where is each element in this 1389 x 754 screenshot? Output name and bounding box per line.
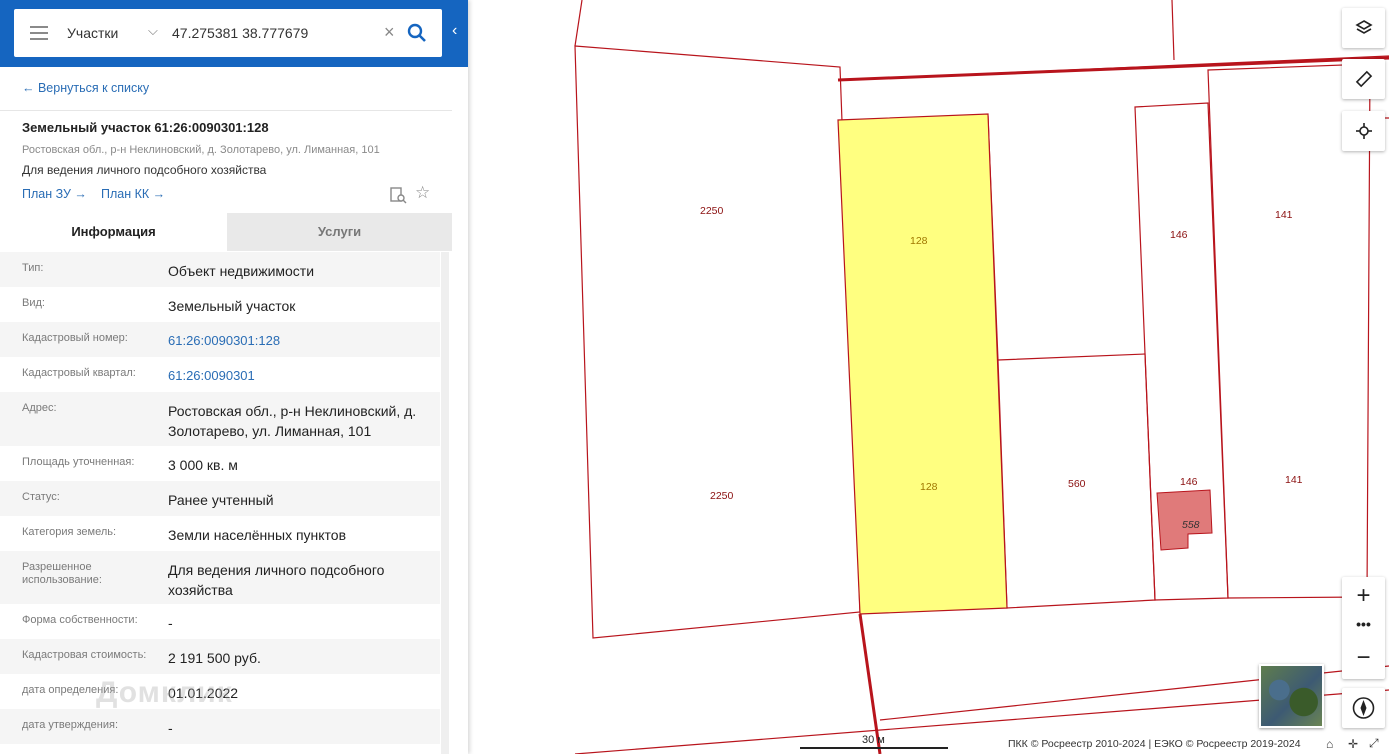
layers-icon xyxy=(1354,20,1373,34)
plan-zu-link[interactable]: План ЗУ → xyxy=(22,187,87,201)
info-value: Земли населённых пунктов xyxy=(168,527,347,543)
info-label: Площадь уточненная: xyxy=(22,456,135,468)
info-value: Для ведения личного подсобного хозяйства xyxy=(168,562,385,598)
document-search-icon[interactable] xyxy=(389,186,407,204)
compass-icon xyxy=(1352,697,1375,719)
info-row: Площадь уточненная: 3 000 кв. м xyxy=(0,446,440,481)
info-row: Статус: Ранее учтенный xyxy=(0,481,440,516)
app-root: 2250 128 146 141 2250 128 560 146 141 55… xyxy=(0,0,1389,754)
info-row: Разрешенное использование: Для ведения л… xyxy=(0,551,440,604)
back-to-list-link[interactable]: ← Вернуться к списку xyxy=(22,81,149,95)
info-label: дата утверждения: xyxy=(22,719,119,731)
info-value: - xyxy=(168,615,173,631)
info-value: Ранее учтенный xyxy=(168,492,274,508)
info-row: Адрес: Ростовская обл., р-н Неклиновский… xyxy=(0,392,440,446)
info-row: Тип: Объект недвижимости xyxy=(0,252,440,287)
info-row: Кадастровый квартал: 61:26:0090301 xyxy=(0,357,440,392)
basemap-switcher[interactable] xyxy=(1259,664,1324,728)
parcel-label: 146 xyxy=(1180,476,1198,488)
parcel-title: Земельный участок 61:26:0090301:128 xyxy=(22,120,269,135)
parcel-label: 128 xyxy=(910,235,928,247)
cadastral-number-link[interactable]: 61:26:0090301:128 xyxy=(168,331,433,351)
search-input[interactable]: 47.275381 38.777679 xyxy=(172,25,308,41)
tab-information[interactable]: Информация xyxy=(0,213,227,251)
parcel-use: Для ведения личного подсобного хозяйства xyxy=(22,163,267,177)
info-label: Статус: xyxy=(22,491,60,503)
info-value: 3 000 кв. м xyxy=(168,457,238,473)
zoom-controls: + ••• − xyxy=(1342,577,1385,679)
info-label: Вид: xyxy=(22,297,45,309)
compass-button[interactable] xyxy=(1342,688,1385,728)
search-category-select[interactable]: Участки xyxy=(67,25,118,41)
info-row: Форма собственности: - xyxy=(0,604,440,639)
side-panel: Участки ⌵ 47.275381 38.777679 × ‹ ← Верн… xyxy=(0,0,468,754)
tabs: Информация Услуги xyxy=(0,213,452,251)
info-row: дата утверждения: - xyxy=(0,709,440,744)
info-label: Адрес: xyxy=(22,402,57,414)
watermark-logo: Домклик xyxy=(96,676,233,709)
scale-bar xyxy=(800,747,948,749)
info-row: Вид: Земельный участок xyxy=(0,287,440,322)
menu-icon[interactable] xyxy=(30,26,48,40)
boundary-line xyxy=(574,0,583,47)
scale-label: 30 м xyxy=(862,734,885,746)
parcel-label: 141 xyxy=(1275,209,1293,221)
zoom-out-button[interactable]: − xyxy=(1342,639,1385,679)
info-label: Тип: xyxy=(22,262,44,274)
boundary-line xyxy=(1171,0,1175,61)
selected-parcel-128[interactable] xyxy=(837,113,1008,615)
crosshair-icon[interactable]: ✛ xyxy=(1348,737,1358,751)
search-bar-container: Участки ⌵ 47.275381 38.777679 × ‹ xyxy=(0,0,468,67)
building-label: 558 xyxy=(1182,519,1200,531)
scrollbar[interactable] xyxy=(441,252,449,754)
ruler-icon xyxy=(1355,70,1372,88)
info-label: Форма собственности: xyxy=(22,614,138,626)
info-label: Кадастровая стоимость: xyxy=(22,649,147,661)
info-label: Кадастровый квартал: xyxy=(22,367,136,379)
layers-button[interactable] xyxy=(1342,8,1385,48)
divider xyxy=(0,110,452,111)
info-row: Кадастровый номер: 61:26:0090301:128 xyxy=(0,322,440,357)
cadastral-quarter-link[interactable]: 61:26:0090301 xyxy=(168,366,433,386)
more-options-button[interactable]: ••• xyxy=(1342,615,1385,639)
info-value: 2 191 500 руб. xyxy=(168,650,261,666)
copyright-text: ПКК © Росреестр 2010-2024 | ЕЭКО © Росре… xyxy=(1008,738,1301,750)
collapse-panel-icon[interactable]: ‹ xyxy=(452,22,457,40)
plan-kk-link[interactable]: План КК → xyxy=(101,187,165,201)
clear-icon[interactable]: × xyxy=(384,22,395,43)
home-icon[interactable]: ⌂ xyxy=(1326,737,1333,751)
info-value: Объект недвижимости xyxy=(168,263,315,279)
chevron-down-icon[interactable]: ⌵ xyxy=(148,23,158,39)
parcel-label: 2250 xyxy=(700,205,724,217)
info-value: Ростовская обл., р-н Неклиновский, д. Зо… xyxy=(168,403,417,439)
parcel-label: 560 xyxy=(1068,478,1086,490)
info-label: Разрешенное использование: xyxy=(22,561,102,586)
info-label: Категория земель: xyxy=(22,526,117,538)
info-table: Тип: Объект недвижимости Вид: Земельный … xyxy=(0,252,440,744)
tab-services[interactable]: Услуги xyxy=(227,213,452,251)
parcel-address: Ростовская обл., р-н Неклиновский, д. Зо… xyxy=(22,144,380,156)
info-row: Категория земель: Земли населённых пункт… xyxy=(0,516,440,551)
parcel-label: 2250 xyxy=(710,490,734,502)
expand-icon[interactable]: ⤢ xyxy=(1369,736,1379,751)
road-boundary xyxy=(837,56,1389,82)
info-row: Кадастровая стоимость: 2 191 500 руб. xyxy=(0,639,440,674)
ruler-button[interactable] xyxy=(1342,59,1385,99)
locate-icon xyxy=(1355,123,1372,139)
locate-button[interactable] xyxy=(1342,111,1385,151)
search-box: Участки ⌵ 47.275381 38.777679 × xyxy=(14,9,442,57)
info-value: - xyxy=(168,720,173,736)
parcel-label: 128 xyxy=(920,481,938,493)
favorite-star-icon[interactable]: ☆ xyxy=(415,183,430,203)
parcel-label: 141 xyxy=(1285,474,1303,486)
search-icon[interactable] xyxy=(406,22,428,44)
parcel-label: 146 xyxy=(1170,229,1188,241)
zoom-in-button[interactable]: + xyxy=(1342,577,1385,615)
info-label: Кадастровый номер: xyxy=(22,332,128,344)
parcel-2250 xyxy=(574,45,861,639)
road-boundary xyxy=(858,613,882,754)
info-value: Земельный участок xyxy=(168,298,296,314)
